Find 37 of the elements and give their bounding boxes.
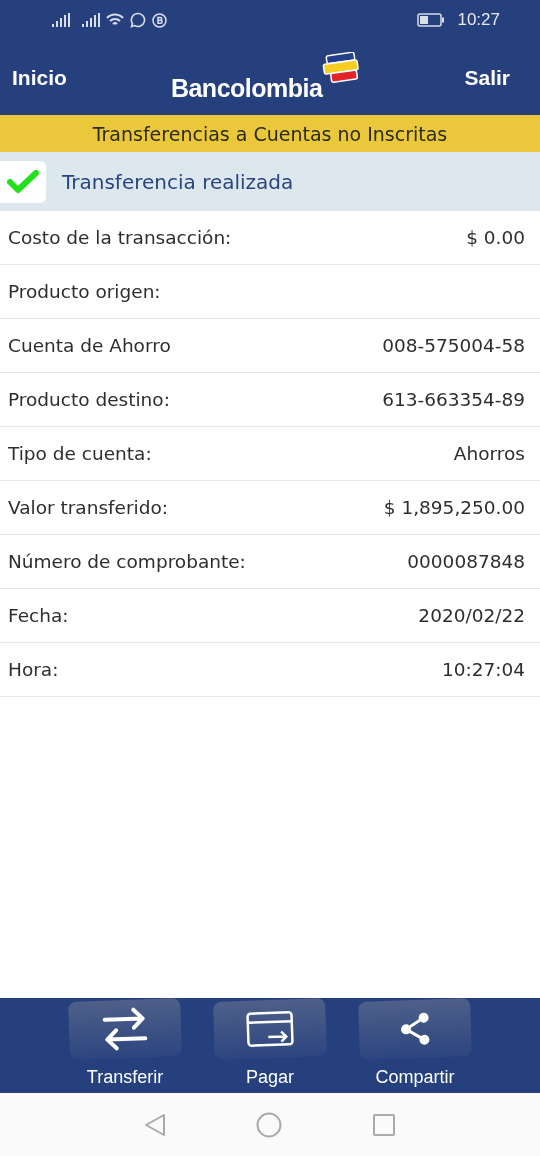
detail-label: Costo de la transacción: [8, 227, 232, 248]
share-icon [398, 1011, 432, 1047]
battery-icon [417, 13, 446, 27]
detail-label: Producto origen: [8, 281, 161, 302]
flag-stripes-icon [322, 52, 361, 86]
detail-label: Número de comprobante: [8, 551, 246, 572]
recents-icon[interactable] [372, 1112, 396, 1137]
wifi-icon [106, 13, 124, 27]
detail-value: $ 1,895,250.00 [383, 497, 525, 518]
section-title: Transferencias a Cuentas no Inscritas [0, 115, 540, 152]
logout-link[interactable]: Salir [464, 65, 510, 90]
check-icon [7, 169, 39, 194]
result-message: Transferencia realizada [62, 169, 294, 194]
detail-value: $ 0.00 [466, 227, 525, 248]
signal-icon [82, 13, 100, 27]
chat-bubble-icon [130, 12, 146, 28]
detail-value: 2020/02/22 [418, 605, 525, 626]
detail-label: Fecha: [8, 605, 69, 626]
back-icon[interactable] [144, 1112, 166, 1137]
detail-label: Cuenta de Ahorro [8, 335, 171, 356]
detail-value: Ahorros [453, 443, 525, 464]
card-arrow-icon [245, 1010, 295, 1048]
detail-value: 10:27:04 [441, 659, 525, 680]
detail-value: 0000087848 [407, 551, 525, 572]
clock-time: 10:27 [457, 10, 500, 30]
detail-label: Valor transferido: [8, 497, 168, 518]
signal-icon [52, 13, 70, 27]
detail-label: Hora: [8, 659, 59, 680]
home-icon[interactable] [256, 1111, 282, 1138]
home-link[interactable]: Inicio [12, 65, 67, 90]
detail-label: Producto destino: [8, 389, 170, 410]
bank-logo: Bancolombia [170, 74, 323, 103]
swap-arrows-icon [101, 1005, 149, 1053]
detail-label: Tipo de cuenta: [8, 443, 152, 464]
detail-value: 613-663354-89 [382, 389, 525, 410]
detail-value: 008-575004-58 [382, 335, 525, 356]
circle-badge-icon [152, 12, 167, 28]
